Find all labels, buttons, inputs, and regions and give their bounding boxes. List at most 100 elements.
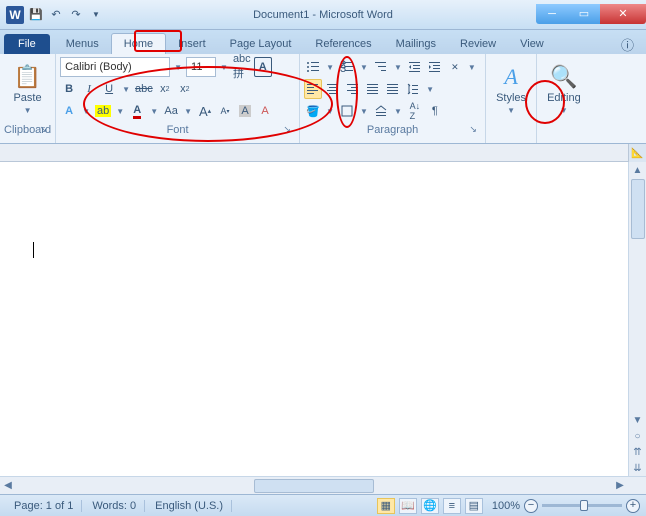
tab-review[interactable]: Review <box>448 34 508 54</box>
italic-button[interactable]: I <box>80 79 98 99</box>
chevron-down-icon[interactable]: ▼ <box>424 85 436 94</box>
document-page[interactable] <box>0 162 628 476</box>
horizontal-scrollbar[interactable]: ◀ ▶ <box>0 476 646 494</box>
numbering-button[interactable]: 123 <box>338 57 356 77</box>
multilevel-list-button[interactable] <box>372 57 390 77</box>
qat-dropdown-icon[interactable]: ▼ <box>88 7 104 23</box>
tab-mailings[interactable]: Mailings <box>384 34 448 54</box>
maximize-button[interactable]: ▭ <box>568 4 600 24</box>
chevron-down-icon[interactable]: ▼ <box>80 107 92 116</box>
zoom-slider-thumb[interactable] <box>580 500 588 511</box>
bullets-button[interactable] <box>304 57 322 77</box>
character-shading-button[interactable]: A <box>236 101 254 121</box>
save-icon[interactable]: 💾 <box>28 7 44 23</box>
increase-indent-button[interactable] <box>426 57 444 77</box>
align-center-button[interactable] <box>324 79 342 99</box>
text-effects-button[interactable]: A <box>60 101 78 121</box>
scroll-left-icon[interactable]: ◀ <box>0 480 16 491</box>
paste-button[interactable]: 📋 Paste ▼ <box>4 56 51 122</box>
view-full-screen-icon[interactable]: 📖 <box>399 498 417 514</box>
highlight-button[interactable]: ab <box>94 101 112 121</box>
status-language[interactable]: English (U.S.) <box>147 500 232 512</box>
font-color-button[interactable]: A <box>128 101 146 121</box>
decrease-indent-button[interactable] <box>406 57 424 77</box>
next-page-icon[interactable]: ⇊ <box>629 460 646 476</box>
grow-font-button[interactable]: A▴ <box>196 101 214 121</box>
prev-page-icon[interactable]: ⇈ <box>629 444 646 460</box>
font-launcher-icon[interactable]: ↘ <box>281 124 293 136</box>
zoom-slider[interactable] <box>542 504 622 507</box>
help-icon[interactable]: ⓘ <box>613 35 642 54</box>
close-button[interactable]: ✕ <box>600 4 646 24</box>
chevron-down-icon[interactable]: ▼ <box>172 63 184 72</box>
scroll-down-icon[interactable]: ▼ <box>629 412 646 428</box>
chevron-down-icon[interactable]: ▼ <box>358 107 370 116</box>
undo-icon[interactable]: ↶ <box>48 7 64 23</box>
redo-icon[interactable]: ↷ <box>68 7 84 23</box>
tab-home[interactable]: Home <box>111 33 166 54</box>
zoom-out-button[interactable]: − <box>524 499 538 513</box>
bold-button[interactable]: B <box>60 79 78 99</box>
snap-to-grid-button[interactable] <box>372 101 390 121</box>
show-hide-button[interactable]: ¶ <box>426 101 444 121</box>
underline-button[interactable]: U <box>100 79 118 99</box>
align-left-button[interactable] <box>304 79 322 99</box>
sort-button[interactable]: A↓Z <box>406 101 424 121</box>
justify-button[interactable] <box>364 79 382 99</box>
clipboard-launcher-icon[interactable]: ↘ <box>37 124 49 136</box>
align-right-button[interactable] <box>344 79 362 99</box>
chevron-down-icon[interactable]: ▼ <box>324 107 336 116</box>
font-name-combo[interactable]: Calibri (Body) <box>60 57 170 77</box>
status-words[interactable]: Words: 0 <box>84 500 145 512</box>
paragraph-launcher-icon[interactable]: ↘ <box>467 124 479 136</box>
shading-button[interactable]: 🪣 <box>304 101 322 121</box>
vertical-scrollbar[interactable]: ▲ ▼ ○ ⇈ ⇊ <box>628 162 646 476</box>
ruler-toggle-icon[interactable]: 📐 <box>628 144 646 162</box>
view-draft-icon[interactable]: ▤ <box>465 498 483 514</box>
chevron-down-icon[interactable]: ▼ <box>358 63 370 72</box>
tab-references[interactable]: References <box>303 34 383 54</box>
tab-view[interactable]: View <box>508 34 556 54</box>
scroll-up-icon[interactable]: ▲ <box>629 162 646 178</box>
distributed-button[interactable] <box>384 79 402 99</box>
chevron-down-icon[interactable]: ▼ <box>148 107 160 116</box>
styles-button[interactable]: A Styles ▼ <box>490 56 532 122</box>
tab-menus[interactable]: Menus <box>54 34 111 54</box>
chevron-down-icon[interactable]: ▼ <box>182 107 194 116</box>
chevron-down-icon[interactable]: ▼ <box>324 63 336 72</box>
scroll-thumb[interactable] <box>631 179 645 239</box>
zoom-in-button[interactable]: + <box>626 499 640 513</box>
tab-file[interactable]: File <box>4 34 50 54</box>
scroll-right-icon[interactable]: ▶ <box>612 480 628 491</box>
line-spacing-button[interactable] <box>404 79 422 99</box>
borders-button[interactable] <box>338 101 356 121</box>
chevron-down-icon[interactable]: ▼ <box>120 85 132 94</box>
shrink-font-button[interactable]: A▾ <box>216 101 234 121</box>
change-case-button[interactable]: Aa <box>162 101 180 121</box>
chevron-down-icon[interactable]: ▼ <box>218 63 230 72</box>
tab-page-layout[interactable]: Page Layout <box>218 34 304 54</box>
asian-layout-button[interactable]: ✕ <box>446 57 464 77</box>
character-border-button[interactable]: A <box>254 57 272 77</box>
editing-button[interactable]: 🔍 Editing ▼ <box>541 56 587 122</box>
browse-object-icon[interactable]: ○ <box>629 428 646 444</box>
chevron-down-icon[interactable]: ▼ <box>392 63 404 72</box>
view-web-layout-icon[interactable]: 🌐 <box>421 498 439 514</box>
minimize-button[interactable]: ─ <box>536 4 568 24</box>
scroll-thumb[interactable] <box>254 479 373 493</box>
phonetic-guide-button[interactable]: abc拼 <box>232 57 252 77</box>
strikethrough-button[interactable]: abc <box>134 79 154 99</box>
font-size-combo[interactable]: 11 <box>186 57 216 77</box>
horizontal-ruler[interactable]: 📐 <box>0 144 646 162</box>
subscript-button[interactable]: x2 <box>156 79 174 99</box>
zoom-level[interactable]: 100% <box>492 500 520 512</box>
word-icon[interactable]: W <box>6 6 24 24</box>
view-outline-icon[interactable]: ≡ <box>443 498 461 514</box>
chevron-down-icon[interactable]: ▼ <box>392 107 404 116</box>
view-print-layout-icon[interactable]: ▦ <box>377 498 395 514</box>
chevron-down-icon[interactable]: ▼ <box>466 63 478 72</box>
status-page[interactable]: Page: 1 of 1 <box>6 500 82 512</box>
superscript-button[interactable]: x2 <box>176 79 194 99</box>
clear-formatting-button[interactable]: A <box>256 101 274 121</box>
chevron-down-icon[interactable]: ▼ <box>114 107 126 116</box>
